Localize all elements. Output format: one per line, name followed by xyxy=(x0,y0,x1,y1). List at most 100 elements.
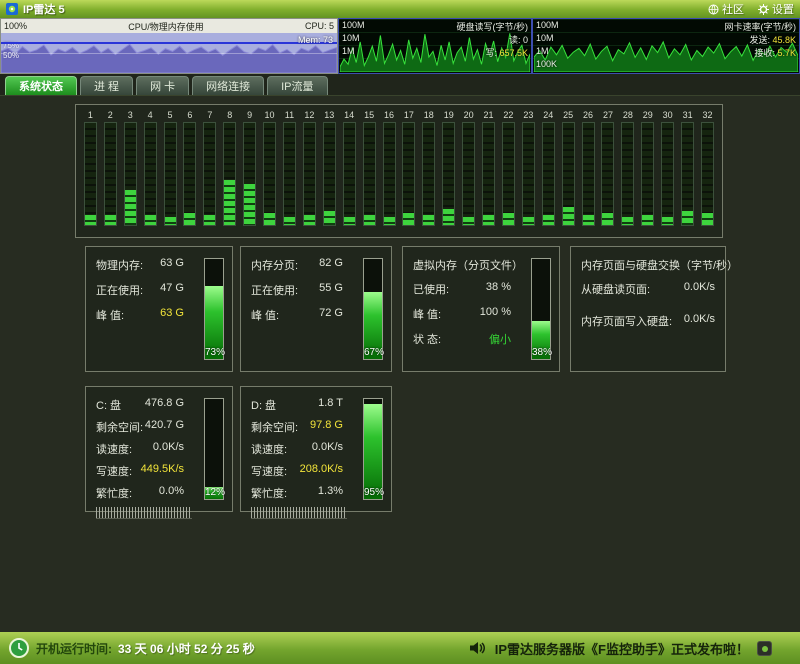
cpu-core-9: 9 xyxy=(240,109,259,226)
uptime-value: 33 天 06 小时 52 分 25 秒 xyxy=(118,640,255,657)
memory-paging-panel: 内存分页:82 G 正在使用:55 G 峰 值:72 G 67% xyxy=(240,246,392,372)
tab-processes[interactable]: 进 程 xyxy=(80,76,133,95)
cpu-core-12: 12 xyxy=(300,109,319,226)
disk-scale-100m: 100M xyxy=(342,20,365,33)
cpu-core-number: 1 xyxy=(88,109,93,122)
disk-c-panel: C: 盘476.8 G 剩余空间:420.7 G 读速度:0.0K/s 写速度:… xyxy=(85,386,233,512)
cpu-core-number: 14 xyxy=(344,109,354,122)
tab-system-status[interactable]: 系统状态 xyxy=(5,76,77,95)
cpu-core-7: 7 xyxy=(200,109,219,226)
cpu-core-18: 18 xyxy=(419,109,438,226)
cpu-core-fill xyxy=(642,215,653,225)
cpu-core-6: 6 xyxy=(180,109,199,226)
cpu-core-17: 17 xyxy=(399,109,418,226)
disk-c-free-row: 剩余空间:420.7 G xyxy=(96,419,184,435)
cpu-core-fill xyxy=(304,215,315,225)
physical-memory-total-row: 物理内存:63 G xyxy=(96,257,184,273)
settings-menu-item[interactable]: 设置 xyxy=(758,1,794,17)
cpu-core-bar xyxy=(542,122,555,226)
disk-d-write-row: 写速度:208.0K/s xyxy=(251,463,343,479)
cpu-core-fill xyxy=(622,217,633,225)
cpu-core-number: 29 xyxy=(643,109,653,122)
disk-d-panel: D: 盘1.8 T 剩余空间:97.8 G 读速度:0.0K/s 写速度:208… xyxy=(240,386,392,512)
cpu-core-3: 3 xyxy=(121,109,140,226)
cpu-core-bar xyxy=(641,122,654,226)
disk-io-chart-panel: 100M硬盘读写(字节/秒) 10M读: 0 1M写: 657.5K xyxy=(338,18,532,74)
cpu-core-fill xyxy=(165,217,176,225)
cpu-core-23: 23 xyxy=(519,109,538,226)
cpu-core-25: 25 xyxy=(559,109,578,226)
disk-scale-1m: 1M xyxy=(342,46,355,59)
cpu-core-number: 7 xyxy=(207,109,212,122)
disk-d-percent: 95% xyxy=(364,487,382,498)
physical-memory-percent: 73% xyxy=(205,347,223,358)
virtual-memory-title: 虚拟内存（分页文件） xyxy=(413,257,511,273)
tab-nic[interactable]: 网 卡 xyxy=(136,76,189,95)
cpu-core-bar xyxy=(144,122,157,226)
cpu-core-number: 16 xyxy=(384,109,394,122)
community-icon xyxy=(708,4,719,15)
cpu-core-number: 21 xyxy=(484,109,494,122)
disk-c-write-row: 写速度:449.5K/s xyxy=(96,463,184,479)
cpu-core-bar xyxy=(402,122,415,226)
cpu-core-29: 29 xyxy=(638,109,657,226)
cpu-core-bar xyxy=(124,122,137,226)
cpu-core-bar xyxy=(681,122,694,226)
cpu-core-fill xyxy=(344,217,355,225)
cpu-core-bar xyxy=(562,122,575,226)
swap-panel-title: 内存页面与硬盘交换（字节/秒） xyxy=(581,257,715,273)
cpu-core-fill xyxy=(105,215,116,225)
cpu-core-bar xyxy=(263,122,276,226)
memory-current: Mem: 73 xyxy=(298,35,333,45)
paging-total-row: 内存分页:82 G xyxy=(251,257,343,273)
cpu-core-fill xyxy=(184,213,195,225)
settings-label: 设置 xyxy=(772,1,794,17)
cpu-history-chart: 75% 50% Mem: 73 xyxy=(1,33,337,73)
cpu-core-bar xyxy=(343,122,356,226)
cpu-core-fill xyxy=(702,213,713,225)
tab-ip-traffic[interactable]: IP流量 xyxy=(267,76,327,95)
cpu-core-bar xyxy=(522,122,535,226)
cpu-core-30: 30 xyxy=(658,109,677,226)
cpu-core-4: 4 xyxy=(141,109,160,226)
cpu-memory-chart-panel: 100% CPU/物理内存使用 CPU: 5 75% 50% Mem: 73 xyxy=(0,18,338,74)
speaker-icon[interactable] xyxy=(469,640,487,656)
cpu-core-1: 1 xyxy=(81,109,100,226)
cpu-core-fill xyxy=(463,217,474,225)
disk-d-free-row: 剩余空间:97.8 G xyxy=(251,419,343,435)
memory-paging-gauge: 67% xyxy=(363,258,383,360)
cpu-core-number: 28 xyxy=(623,109,633,122)
disk-c-read-row: 读速度:0.0K/s xyxy=(96,441,184,457)
grid-label-50: 50% xyxy=(3,51,19,60)
memory-level-line xyxy=(1,42,337,44)
disk-read-current: 读: 0 xyxy=(509,33,528,46)
community-menu-item[interactable]: 社区 xyxy=(708,1,744,17)
virtual-status-row: 状 态:偏小 xyxy=(413,331,511,347)
status-tray-icon[interactable] xyxy=(757,641,772,656)
cpu-core-24: 24 xyxy=(539,109,558,226)
memory-disk-swap-panel: 内存页面与硬盘交换（字节/秒） 从硬盘读页面:0.0K/s 内存页面写入硬盘:0… xyxy=(570,246,726,372)
cpu-core-bar xyxy=(582,122,595,226)
cpu-core-28: 28 xyxy=(618,109,637,226)
cpu-current: CPU: 5 xyxy=(305,21,334,31)
cpu-core-fill xyxy=(682,211,693,225)
disk-c-activity-histogram xyxy=(96,507,192,519)
cpu-core-number: 17 xyxy=(404,109,414,122)
tab-network-connections[interactable]: 网络连接 xyxy=(192,76,264,95)
paging-used-row: 正在使用:55 G xyxy=(251,282,343,298)
cpu-core-20: 20 xyxy=(459,109,478,226)
swap-read-row: 从硬盘读页面:0.0K/s xyxy=(581,281,715,297)
cpu-core-number: 3 xyxy=(128,109,133,122)
cpu-core-2: 2 xyxy=(101,109,120,226)
cpu-chart-title: CPU/物理内存使用 xyxy=(128,20,204,33)
cpu-core-fill xyxy=(224,180,235,225)
physical-memory-peak-row: 峰 值:63 G xyxy=(96,307,184,323)
virtual-used-row: 已使用:38 % xyxy=(413,281,511,297)
cpu-core-19: 19 xyxy=(439,109,458,226)
cpu-core-fill xyxy=(145,215,156,225)
cpu-core-bar xyxy=(84,122,97,226)
cpu-core-number: 30 xyxy=(663,109,673,122)
nic-chart-title: 网卡速率(字节/秒) xyxy=(725,20,797,33)
cpu-core-bar xyxy=(661,122,674,226)
cpu-core-number: 9 xyxy=(247,109,252,122)
